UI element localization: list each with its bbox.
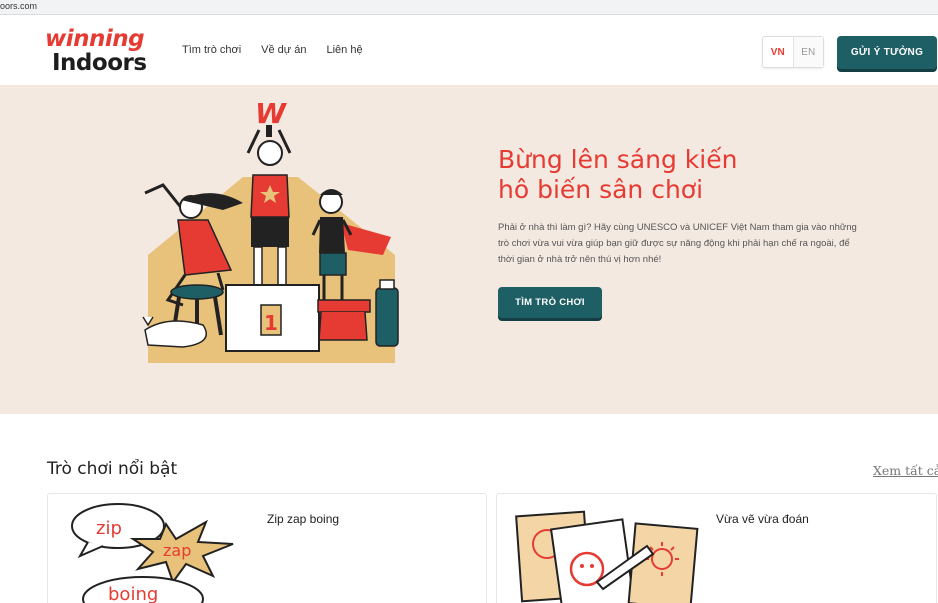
hero-illustration: W 1 (142, 97, 399, 363)
browser-url-bar[interactable]: oors.com (0, 0, 938, 15)
hero-description: Phải ở nhà thì làm gì? Hãy cùng UNESCO v… (498, 222, 857, 265)
lang-vn-button[interactable]: VN (763, 37, 794, 67)
logo-line1: winning (45, 26, 145, 52)
submit-idea-button[interactable]: GỬI Ý TƯỞNG (837, 36, 937, 69)
bubble-boing: boing (108, 584, 158, 603)
game-card-draw-and-guess[interactable]: Vừa vẽ vừa đoán (496, 493, 937, 603)
hero-title-line1: Bừng lên sáng kiến (498, 145, 738, 174)
main-nav: Tìm trò chơi Về dự án Liên hệ (182, 44, 363, 56)
logo-line2: Indoors (52, 50, 147, 76)
game-card-title[interactable]: Zip zap boing (267, 512, 339, 526)
draw-guess-illustration (515, 510, 699, 603)
podium-number: 1 (264, 311, 278, 335)
url-text: oors.com (0, 1, 38, 11)
cat-illustration (144, 320, 207, 348)
site-header: winning Indoors Tìm trò chơi Về dự án Li… (0, 18, 938, 85)
nav-about[interactable]: Về dự án (261, 44, 306, 56)
hero-title-line2: hô biến sân chơi (498, 175, 704, 204)
logo[interactable]: winning Indoors (45, 26, 165, 78)
language-switcher: VN EN (762, 36, 824, 68)
hero-section: W 1 Bừng lên sáng kiến hô biến sân chơi … (0, 85, 938, 414)
hero-title: Bừng lên sáng kiến hô biến sân chơi (498, 145, 898, 205)
see-all-link[interactable]: Xem tất cả (873, 463, 938, 478)
bubble-zap: zap (163, 541, 191, 560)
featured-title: Trò chơi nổi bật (47, 459, 178, 479)
game-card-title[interactable]: Vừa vẽ vừa đoán (716, 512, 809, 526)
nav-find-games[interactable]: Tìm trò chơi (182, 44, 241, 56)
game-card-zip-zap-boing[interactable]: zip zap boing Zip zap boing (47, 493, 487, 603)
nav-contact[interactable]: Liên hệ (326, 44, 362, 56)
find-games-button[interactable]: TÌM TRÒ CHƠI (498, 287, 602, 318)
zip-zap-boing-illustration: zip zap boing (71, 503, 234, 603)
bubble-zip: zip (96, 518, 122, 539)
lang-en-button[interactable]: EN (793, 37, 823, 67)
